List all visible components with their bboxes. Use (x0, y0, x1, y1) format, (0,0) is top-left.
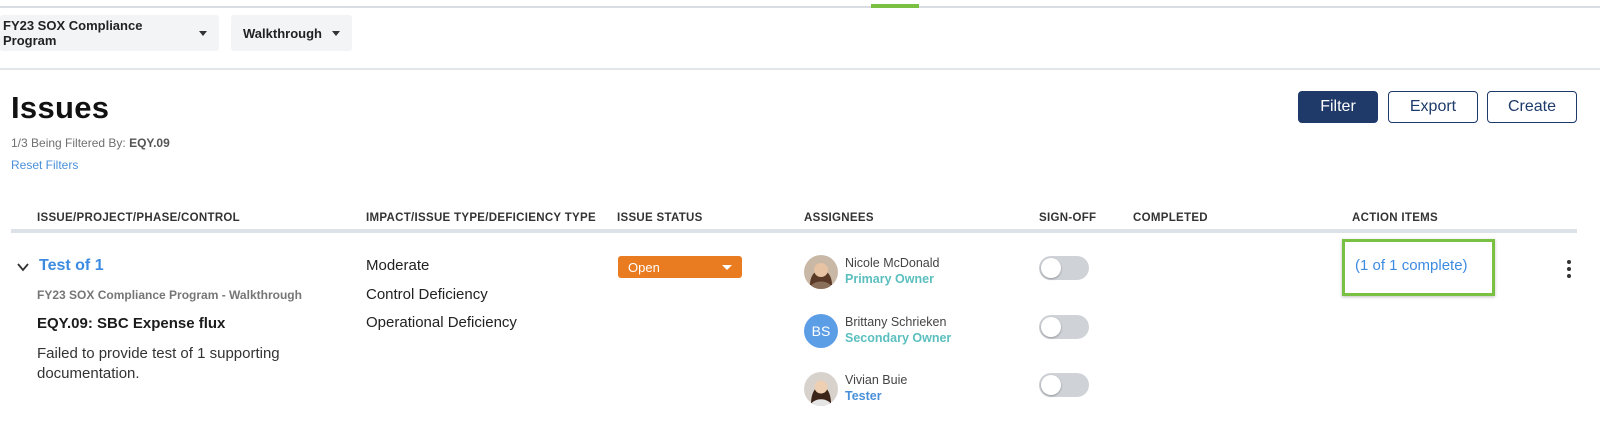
column-header-issue: ISSUE/PROJECT/PHASE/CONTROL (37, 212, 240, 224)
filter-summary-prefix: 1/3 Being Filtered By: (11, 136, 130, 150)
signoff-toggle-secondary-owner[interactable] (1039, 315, 1089, 339)
create-button[interactable]: Create (1487, 91, 1577, 123)
reset-filters-link[interactable]: Reset Filters (11, 158, 78, 172)
avatar (804, 372, 838, 406)
column-header-impact: IMPACT/ISSUE TYPE/DEFICIENCY TYPE (366, 212, 596, 224)
column-header-status: ISSUE STATUS (617, 212, 703, 224)
column-header-assignees: ASSIGNEES (804, 212, 874, 224)
avatar: BS (804, 314, 838, 348)
phase-dropdown-label: Walkthrough (243, 25, 322, 41)
export-button[interactable]: Export (1388, 91, 1478, 123)
column-header-signoff: SIGN-OFF (1039, 212, 1097, 224)
impact-level: Moderate (366, 257, 430, 274)
column-header-completed: COMPLETED (1133, 212, 1208, 224)
issue-type: Control Deficiency (366, 286, 488, 303)
filter-summary-value: EQY.09 (129, 136, 170, 150)
assignee-role: Primary Owner (845, 272, 934, 286)
issue-description: Failed to provide test of 1 supporting d… (37, 345, 280, 382)
assignee-role: Secondary Owner (845, 331, 952, 345)
assignee-role: Tester (845, 389, 882, 403)
caret-down-icon (331, 30, 340, 36)
issue-status-label: Open (628, 259, 660, 275)
issue-control: EQY.09: SBC Expense flux (37, 315, 226, 332)
action-items-link[interactable]: (1 of 1 complete) (1355, 257, 1468, 274)
page-title: Issues (11, 90, 110, 125)
assignee-name: Brittany Schrieken (845, 315, 947, 329)
program-dropdown-label: FY23 SOX Compliance Program (3, 18, 143, 48)
table-header-divider (11, 229, 1577, 233)
filter-summary: 1/3 Being Filtered By: EQY.09 (11, 136, 170, 150)
caret-down-icon (199, 30, 207, 36)
assignee-name: Vivian Buie (845, 373, 908, 387)
caret-down-icon (722, 265, 732, 270)
filter-button[interactable]: Filter (1298, 91, 1378, 123)
signoff-toggle-primary-owner[interactable] (1039, 256, 1089, 280)
phase-dropdown[interactable]: Walkthrough (231, 15, 352, 51)
issue-title-link[interactable]: Test of 1 (39, 257, 104, 275)
issue-project-phase: FY23 SOX Compliance Program - Walkthroug… (37, 288, 302, 302)
context-bar: FY23 SOX Compliance Program Walkthrough (0, 8, 1600, 70)
issue-status-dropdown[interactable]: Open (618, 256, 742, 278)
program-dropdown[interactable]: FY23 SOX Compliance Program (0, 15, 219, 51)
deficiency-type: Operational Deficiency (366, 314, 517, 331)
signoff-toggle-tester[interactable] (1039, 373, 1089, 397)
assignee-name: Nicole McDonald (845, 256, 940, 270)
avatar (804, 255, 838, 289)
column-header-action-items: ACTION ITEMS (1352, 212, 1439, 224)
kebab-menu-icon[interactable] (1566, 260, 1572, 278)
chevron-down-icon[interactable] (16, 260, 30, 274)
